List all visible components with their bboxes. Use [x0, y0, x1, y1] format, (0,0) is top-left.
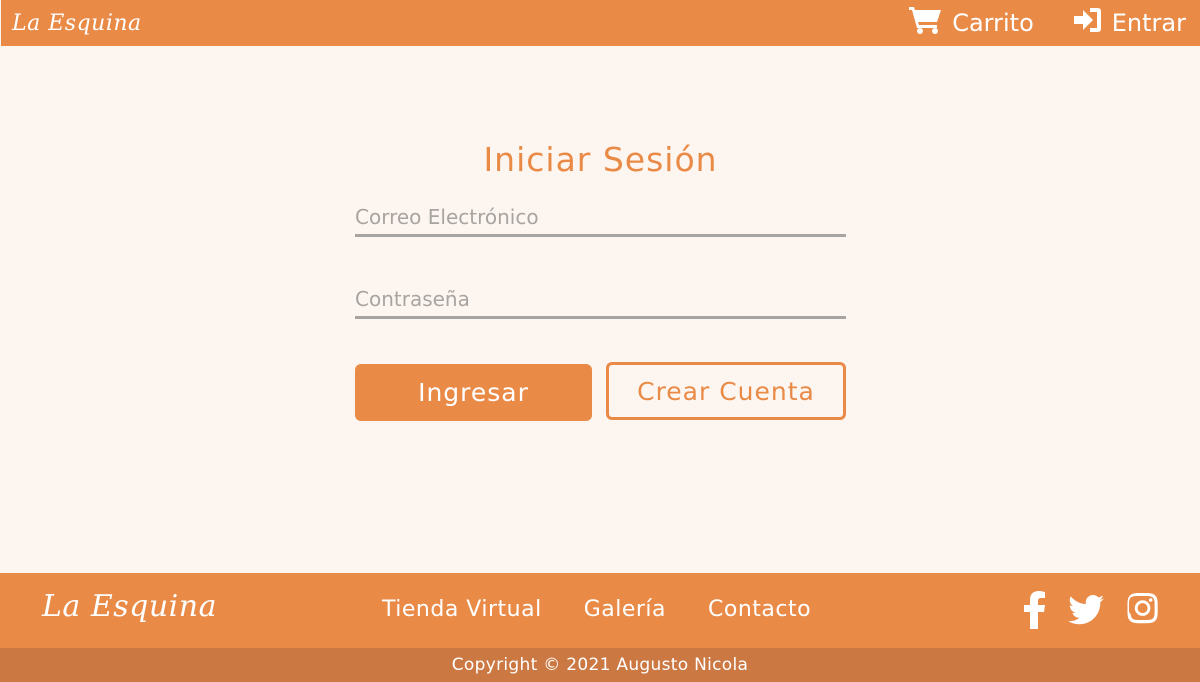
copyright-bar: Copyright © 2021 Augusto Nicola: [0, 648, 1200, 682]
cart-icon: [908, 5, 942, 41]
twitter-icon[interactable]: [1068, 591, 1104, 633]
footer-nav: Tienda Virtual Galería Contacto: [382, 597, 811, 622]
footer-brand-logo[interactable]: La Esquina: [42, 589, 217, 624]
instagram-icon[interactable]: [1126, 591, 1160, 633]
footer-link-gallery[interactable]: Galería: [584, 597, 666, 622]
footer-link-contact[interactable]: Contacto: [708, 597, 811, 622]
social-links: [1024, 591, 1160, 633]
login-link[interactable]: Entrar: [1072, 6, 1186, 40]
facebook-icon[interactable]: [1024, 591, 1046, 633]
copyright-text: Copyright © 2021 Augusto Nicola: [451, 655, 749, 675]
cart-link[interactable]: Carrito: [908, 5, 1034, 41]
cart-label: Carrito: [952, 9, 1034, 37]
brand-logo[interactable]: La Esquina: [12, 11, 142, 36]
login-form: Iniciar Sesión Ingresar Crear Cuenta: [355, 140, 846, 421]
page-title: Iniciar Sesión: [483, 140, 718, 179]
create-account-button[interactable]: Crear Cuenta: [606, 362, 846, 420]
form-actions: Ingresar Crear Cuenta: [355, 362, 846, 421]
top-navbar: La Esquina Carrito Entrar: [1, 0, 1200, 46]
submit-button[interactable]: Ingresar: [355, 364, 592, 421]
email-field[interactable]: [355, 199, 846, 237]
sign-in-icon: [1072, 6, 1102, 40]
footer-link-store[interactable]: Tienda Virtual: [382, 597, 542, 622]
password-field[interactable]: [355, 281, 846, 319]
login-label: Entrar: [1111, 9, 1186, 37]
top-nav-links: Carrito Entrar: [908, 5, 1186, 41]
footer: La Esquina Tienda Virtual Galería Contac…: [0, 573, 1200, 648]
